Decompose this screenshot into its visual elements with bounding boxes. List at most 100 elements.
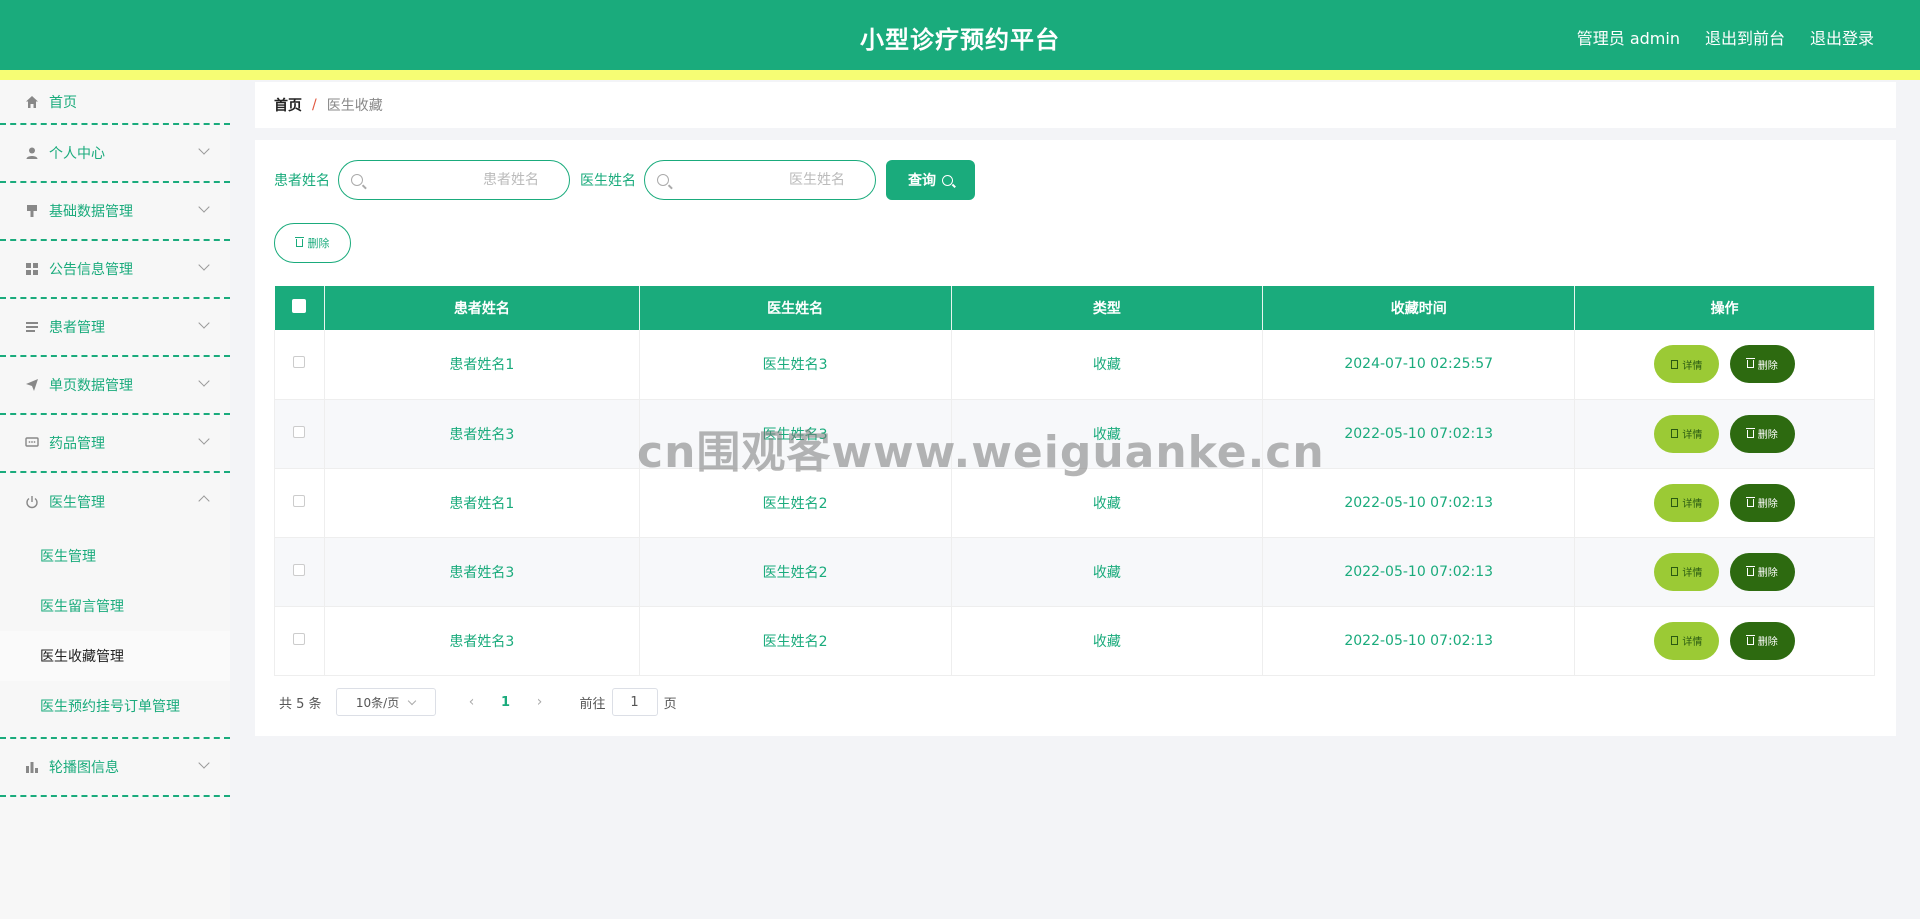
- row-checkbox[interactable]: [293, 563, 306, 576]
- detail-button[interactable]: 详情: [1654, 345, 1720, 384]
- sidebar-item-label: 轮播图信息: [49, 760, 119, 776]
- sidebar: 首页 个人中心 基础数据管理 公告信息管理 患者管理 单页数据管理 药品管理 医…: [0, 80, 230, 919]
- chevron-down-icon: [198, 757, 210, 769]
- favorites-table: 患者姓名 医生姓名 类型 收藏时间 操作 患者姓名1 医生姓名3 收藏 2024…: [274, 286, 1875, 676]
- patient-name-search[interactable]: [338, 160, 570, 200]
- detail-button[interactable]: 详情: [1654, 552, 1720, 591]
- sidebar-item-personal-center[interactable]: 个人中心: [0, 125, 230, 183]
- detail-label: 详情: [1682, 499, 1703, 510]
- delete-label: 删除: [1757, 430, 1778, 441]
- time-cell: 2022-05-10 07:02:13: [1262, 399, 1576, 469]
- submenu-item-doctor-appointment[interactable]: 医生预约挂号订单管理: [0, 681, 230, 731]
- next-page-icon[interactable]: ›: [526, 694, 554, 710]
- sidebar-item-label: 公告信息管理: [49, 262, 133, 278]
- time-cell: 2022-05-10 07:02:13: [1262, 537, 1576, 607]
- chevron-down-icon: [198, 433, 210, 445]
- delete-button[interactable]: 删除: [1729, 414, 1795, 453]
- row-checkbox[interactable]: [293, 356, 306, 369]
- submenu-item-doctor-message[interactable]: 医生留言管理: [0, 581, 230, 631]
- delete-button[interactable]: 删除: [1729, 621, 1795, 660]
- row-checkbox[interactable]: [293, 494, 306, 507]
- actions-cell: 详情 删除: [1574, 330, 1875, 400]
- patient-name-cell: 患者姓名1: [324, 468, 640, 538]
- delete-button[interactable]: 删除: [1729, 552, 1795, 591]
- patient-name-input[interactable]: [363, 172, 557, 188]
- patient-name-cell: 患者姓名3: [324, 606, 640, 676]
- delete-button[interactable]: 删除: [1729, 483, 1795, 522]
- patient-name-cell: 患者姓名3: [324, 537, 640, 607]
- doctor-name-cell: 医生姓名2: [639, 468, 952, 538]
- batch-delete-button[interactable]: 删除: [274, 223, 351, 263]
- actions-cell: 详情 删除: [1574, 468, 1875, 538]
- goto-page-input[interactable]: [611, 688, 658, 716]
- pagination: 共 5 条 10条/页 ‹ 1 › 前往 页: [274, 688, 677, 716]
- doctor-name-label: 医生姓名: [580, 173, 636, 189]
- delete-button[interactable]: 删除: [1729, 345, 1795, 384]
- search-icon: [942, 174, 953, 186]
- page-suffix: 页: [663, 696, 677, 712]
- bar-chart-icon: [24, 759, 40, 775]
- trash-icon: [1745, 496, 1755, 507]
- column-header: 操作: [1574, 286, 1875, 330]
- column-header: 类型: [951, 286, 1264, 330]
- trash-icon: [1745, 427, 1755, 438]
- row-checkbox[interactable]: [293, 425, 306, 438]
- delete-label: 删除: [1757, 499, 1778, 510]
- document-icon: [1671, 636, 1679, 645]
- list-icon: [24, 319, 40, 335]
- sidebar-item-single-page[interactable]: 单页数据管理: [0, 357, 230, 415]
- chevron-up-icon: [198, 495, 210, 507]
- doctor-name-cell: 医生姓名2: [639, 606, 952, 676]
- trash-icon: [294, 237, 304, 247]
- select-all-cell[interactable]: [274, 286, 325, 330]
- sidebar-item-label: 个人中心: [49, 146, 105, 162]
- doctor-name-input[interactable]: [669, 172, 863, 188]
- doctor-submenu: 医生管理 医生留言管理 医生收藏管理 医生预约挂号订单管理: [0, 531, 230, 739]
- type-cell: 收藏: [951, 399, 1264, 469]
- chevron-down-icon: [198, 375, 210, 387]
- submenu-item-doctor-manage[interactable]: 医生管理: [0, 531, 230, 581]
- sidebar-item-home[interactable]: 首页: [0, 80, 230, 125]
- document-icon: [1671, 567, 1679, 576]
- sidebar-item-notice[interactable]: 公告信息管理: [0, 241, 230, 299]
- send-icon: [24, 377, 40, 393]
- breadcrumb-home[interactable]: 首页: [274, 95, 302, 115]
- prev-page-icon[interactable]: ‹: [458, 694, 486, 710]
- time-cell: 2024-07-10 02:25:57: [1262, 330, 1576, 400]
- search-icon: [657, 174, 669, 186]
- detail-label: 详情: [1682, 360, 1703, 372]
- breadcrumb: 首页 / 医生收藏: [255, 82, 1896, 128]
- detail-label: 详情: [1682, 637, 1703, 648]
- time-cell: 2022-05-10 07:02:13: [1262, 606, 1576, 676]
- exit-to-front-link[interactable]: 退出到前台: [1705, 25, 1785, 49]
- document-icon: [1671, 359, 1679, 369]
- submenu-item-doctor-favorite[interactable]: 医生收藏管理: [0, 631, 230, 681]
- sidebar-item-patient[interactable]: 患者管理: [0, 299, 230, 357]
- page-size-select[interactable]: 10条/页: [335, 688, 436, 716]
- logout-link[interactable]: 退出登录: [1810, 25, 1874, 49]
- chevron-down-icon: [198, 143, 210, 155]
- delete-label: 删除: [1757, 568, 1778, 579]
- delete-label: 删除: [1757, 360, 1778, 372]
- sidebar-item-label: 患者管理: [49, 320, 105, 336]
- grid-icon: [24, 261, 40, 277]
- trash-icon: [1745, 358, 1755, 369]
- sidebar-item-doctor[interactable]: 医生管理: [0, 473, 230, 531]
- detail-button[interactable]: 详情: [1654, 483, 1720, 522]
- sidebar-item-medicine[interactable]: 药品管理: [0, 415, 230, 473]
- select-all-checkbox[interactable]: [292, 299, 307, 313]
- admin-user-label[interactable]: 管理员 admin: [1577, 25, 1680, 49]
- sidebar-item-label: 单页数据管理: [49, 378, 133, 394]
- page-number[interactable]: 1: [486, 695, 526, 710]
- sidebar-item-base-data[interactable]: 基础数据管理: [0, 183, 230, 241]
- detail-button[interactable]: 详情: [1654, 621, 1720, 660]
- sidebar-item-carousel[interactable]: 轮播图信息: [0, 739, 230, 797]
- row-checkbox[interactable]: [293, 632, 306, 645]
- document-icon: [1671, 498, 1679, 507]
- chevron-down-icon: [198, 201, 210, 213]
- detail-button[interactable]: 详情: [1654, 414, 1720, 453]
- query-button[interactable]: 查询: [886, 160, 975, 200]
- doctor-name-cell: 医生姓名3: [639, 330, 952, 400]
- doctor-name-search[interactable]: [644, 160, 876, 200]
- sidebar-item-label: 医生管理: [49, 495, 105, 511]
